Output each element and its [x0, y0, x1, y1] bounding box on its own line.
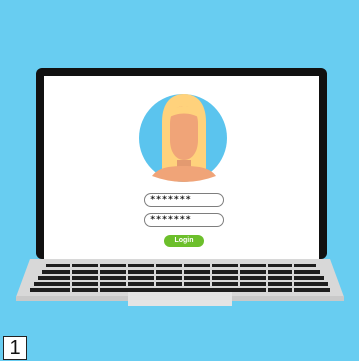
password-field-1[interactable]: ******* — [144, 193, 224, 207]
login-button[interactable]: Login — [164, 235, 204, 247]
laptop-illustration — [0, 0, 359, 361]
password-field-2[interactable]: ******* — [144, 213, 224, 227]
page-number-label: 1 — [3, 336, 27, 360]
avatar-icon — [139, 94, 227, 182]
trackpad — [128, 290, 232, 306]
